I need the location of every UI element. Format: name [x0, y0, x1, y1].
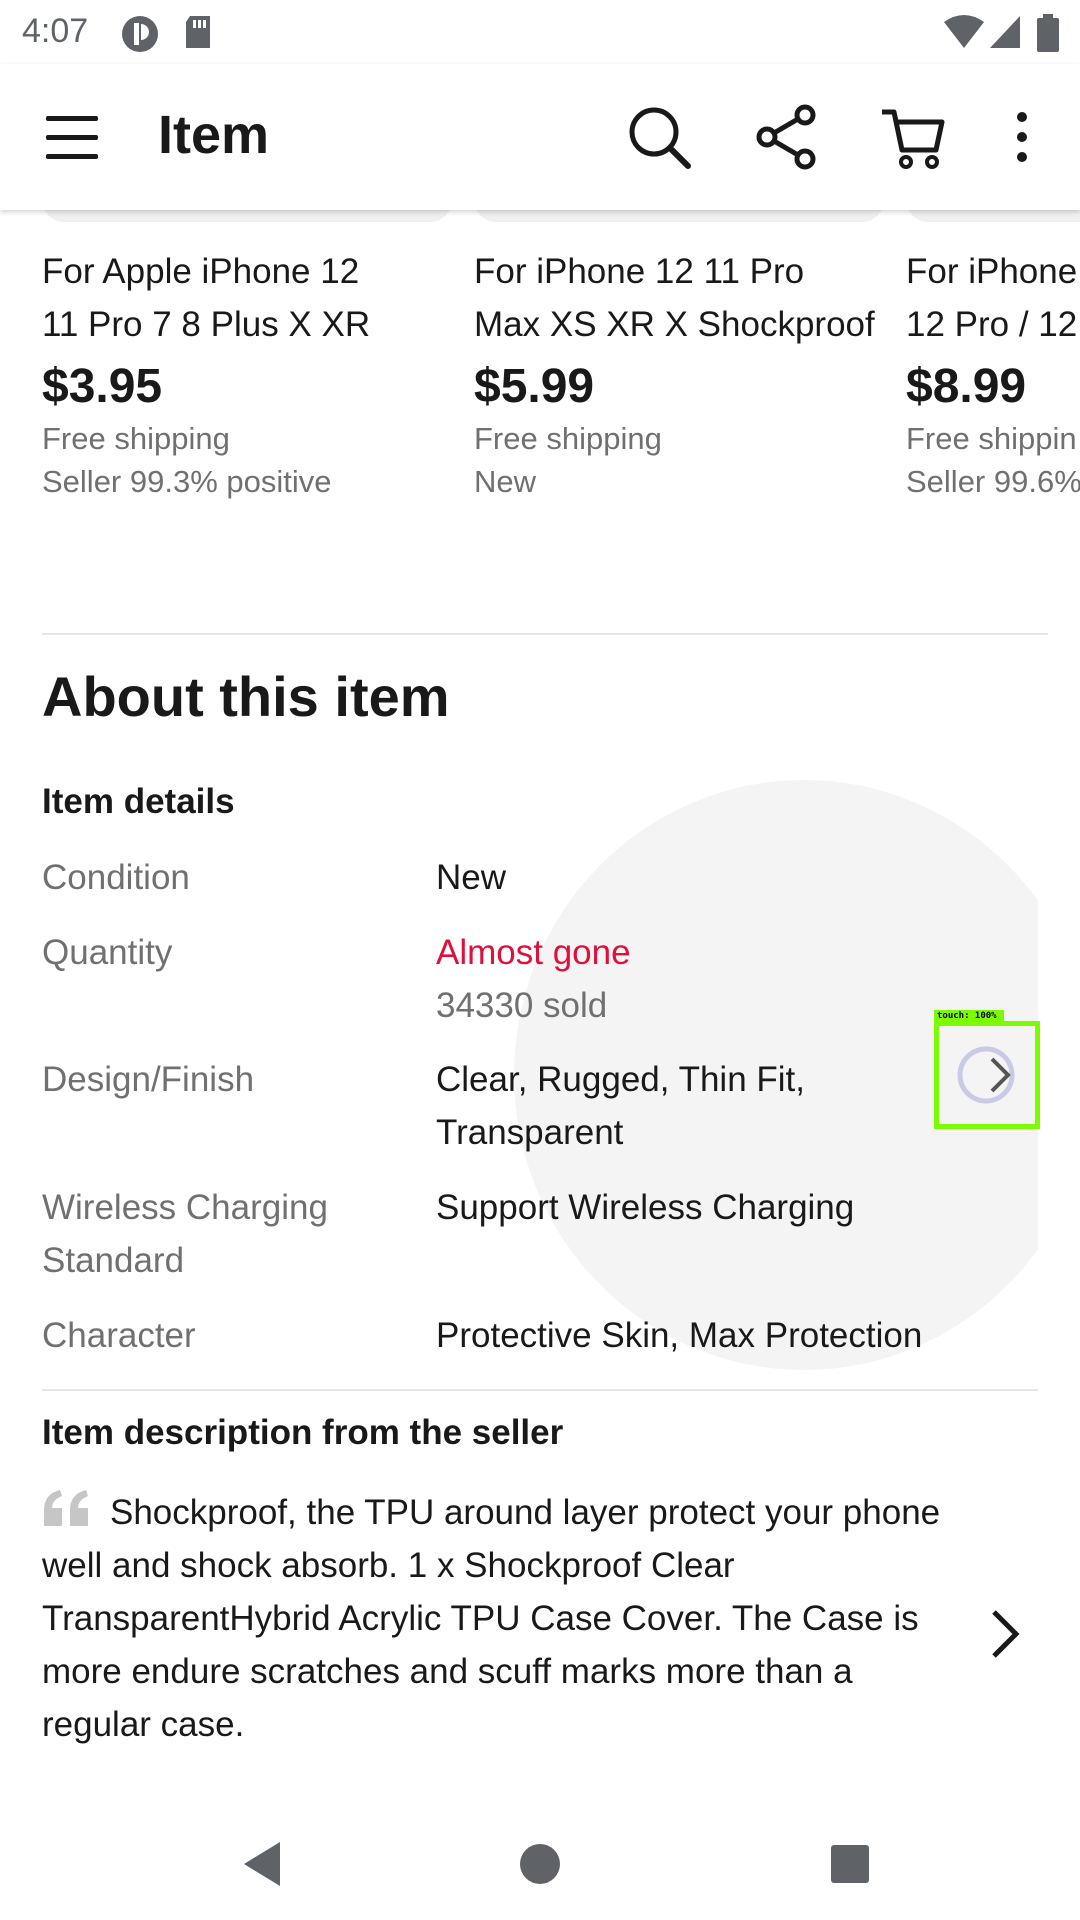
item-title: 12 Pro / 12 [906, 305, 1078, 344]
quote-icon [44, 1490, 88, 1526]
home-nav-icon[interactable] [512, 1836, 568, 1892]
spec-label-wireless: Wireless Charging [42, 1188, 328, 1227]
item-condition: New [474, 464, 537, 499]
spec-label-quantity: Quantity [42, 933, 173, 972]
spec-label-condition: Condition [42, 858, 190, 897]
seller-description[interactable]: Shockproof, the TPU around layer protect… [42, 1486, 942, 1751]
about-heading: About this item [42, 665, 450, 728]
page-title: Item [158, 105, 270, 165]
more-vertical-icon[interactable] [1000, 100, 1044, 174]
section-divider [42, 633, 1048, 635]
item-title: Max XS XR X Shockproof [474, 305, 875, 344]
wifi-icon [944, 15, 984, 48]
spec-label-character: Character [42, 1316, 196, 1355]
description-heading: Item description from the seller [42, 1413, 564, 1452]
item-title: For iPhone [906, 252, 1078, 291]
app-bar: Item [0, 64, 1080, 210]
item-title: For Apple iPhone 12 [42, 252, 360, 291]
status-time: 4:07 [22, 12, 89, 50]
system-nav-bar [0, 1820, 1080, 1920]
item-shipping: Free shipping [474, 421, 662, 456]
description-text: Shockproof, the TPU around layer protect… [42, 1493, 941, 1744]
item-seller: Seller 99.6% [906, 464, 1080, 499]
item-price: $5.99 [474, 360, 595, 413]
spec-label-wireless-2: Standard [42, 1241, 185, 1280]
section-divider [42, 1389, 1038, 1391]
sd-card-icon [186, 16, 210, 48]
carousel-item[interactable]: For iPhone 12 11 Pro Max XS XR X Shockpr… [474, 245, 894, 503]
spec-label-design: Design/Finish [42, 1060, 255, 1099]
status-bar: 4:07 [0, 0, 1080, 64]
item-price: $3.95 [42, 360, 163, 413]
item-title: 11 Pro 7 8 Plus X XR [42, 305, 371, 344]
cell-signal-icon [990, 16, 1020, 48]
share-icon[interactable] [750, 100, 824, 174]
item-price: $8.99 [906, 360, 1027, 413]
item-shipping: Free shippin [906, 421, 1077, 456]
spec-value-character: Protective Skin, Max Protection [436, 1316, 923, 1355]
recents-nav-icon[interactable] [822, 1836, 878, 1892]
search-icon[interactable] [622, 100, 696, 174]
carousel-item[interactable]: For iPhone 12 Pro / 12 $8.99 Free shippi… [906, 245, 1080, 503]
touch-indicator [934, 1021, 1040, 1129]
spec-value-condition: New [436, 858, 507, 897]
item-title: For iPhone 12 11 Pro [474, 252, 805, 291]
carousel-item[interactable]: For Apple iPhone 12 11 Pro 7 8 Plus X XR… [42, 245, 462, 503]
back-nav-icon[interactable] [236, 1836, 292, 1892]
cart-icon[interactable] [876, 100, 950, 174]
touch-indicator-label: touch: 100% [934, 1010, 1004, 1023]
menu-icon[interactable] [36, 100, 110, 174]
item-shipping: Free shipping [42, 421, 230, 456]
spec-value-quantity: Almost gone [436, 933, 631, 972]
item-seller: Seller 99.3% positive [42, 464, 332, 499]
spec-value-sold: 34330 sold [436, 986, 608, 1025]
spec-value-design-2: Transparent [436, 1113, 624, 1152]
spec-value-wireless: Support Wireless Charging [436, 1188, 855, 1227]
spec-value-design: Clear, Rugged, Thin Fit, [436, 1060, 805, 1099]
app-notification-icon [122, 16, 158, 52]
battery-icon [1037, 14, 1059, 52]
description-chevron-icon[interactable] [984, 1606, 1028, 1662]
